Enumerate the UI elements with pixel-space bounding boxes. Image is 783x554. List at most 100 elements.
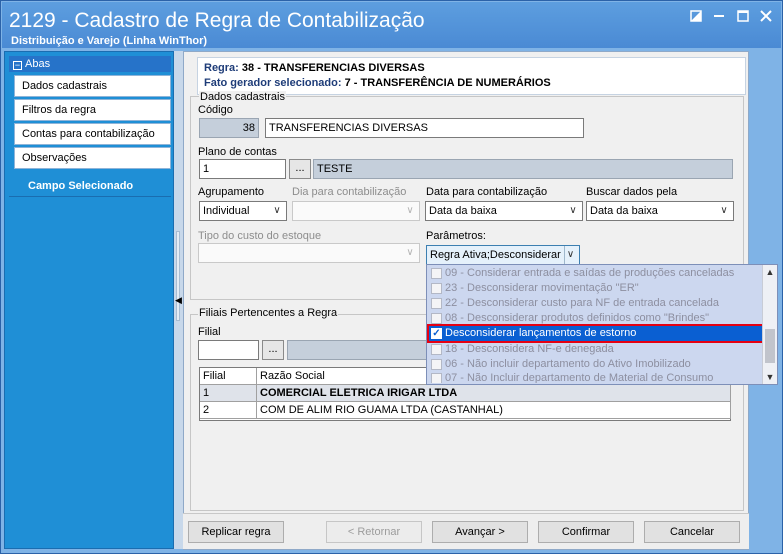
codigo-label: Código — [198, 104, 233, 116]
parametros-option[interactable]: 07 - Não Incluir departamento de Materia… — [429, 371, 762, 383]
parametros-value: Regra Ativa;Desconsiderar — [430, 249, 561, 261]
filial-field[interactable] — [198, 340, 259, 360]
filial-descricao-field — [287, 340, 427, 360]
parametros-option[interactable]: 22 - Desconsiderar custo para NF de entr… — [429, 296, 762, 311]
regra-line: Regra: 38 - TRANSFERENCIAS DIVERSAS — [204, 62, 425, 74]
option-label: 06 - Não incluir departamento do Ativo I… — [445, 358, 691, 370]
fato-value: 7 - TRANSFERÊNCIA DE NUMERÁRIOS — [344, 77, 551, 89]
maximize-icon[interactable] — [732, 8, 754, 26]
descricao-field[interactable]: TRANSFERENCIAS DIVERSAS — [265, 118, 584, 138]
data-contabilizacao-value: Data da baixa — [429, 205, 497, 217]
chevron-down-icon: ∨ — [569, 205, 577, 216]
column-header-filial[interactable]: Filial — [200, 368, 257, 385]
filial-label: Filial — [198, 326, 221, 338]
close-icon[interactable] — [755, 8, 777, 26]
tipo-custo-select: ∨ — [198, 243, 420, 263]
buscar-dados-label: Buscar dados pela — [586, 186, 678, 198]
chevron-down-icon: ∨ — [273, 205, 281, 216]
option-label: 23 - Desconsiderar movimentação "ER" — [445, 282, 639, 294]
confirmar-button[interactable]: Confirmar — [538, 521, 634, 543]
cancelar-button[interactable]: Cancelar — [644, 521, 740, 543]
option-label: 22 - Desconsiderar custo para NF de entr… — [445, 297, 719, 309]
table-row[interactable]: 2 COM DE ALIM RIO GUAMA LTDA (CASTANHAL) — [200, 402, 731, 419]
scroll-down-icon[interactable]: ▼ — [763, 370, 777, 384]
chevron-down-icon: ∨ — [564, 246, 576, 264]
option-label: 18 - Desconsidera NF-e denegada — [445, 343, 614, 355]
scroll-up-icon[interactable]: ▲ — [763, 265, 777, 279]
parametros-dropdown-list[interactable]: 09 - Considerar entrada e saídas de prod… — [426, 264, 778, 385]
parametros-option[interactable]: 06 - Não incluir departamento do Ativo I… — [429, 357, 762, 372]
minimize-icon[interactable] — [708, 4, 730, 22]
checkbox[interactable] — [431, 344, 442, 355]
buscar-dados-select[interactable]: Data da baixa ∨ — [586, 201, 734, 221]
plano-de-contas-label: Plano de contas — [198, 146, 277, 158]
replicar-regra-button[interactable]: Replicar regra — [188, 521, 284, 543]
restore-icon[interactable] — [685, 8, 707, 26]
data-contabilizacao-select[interactable]: Data da baixa ∨ — [425, 201, 583, 221]
fato-line: Fato gerador selecionado: 7 - TRANSFERÊN… — [204, 77, 551, 89]
chevron-down-icon: ∨ — [406, 247, 414, 258]
window-subtitle: Distribuição e Varejo (Linha WinThor) — [11, 35, 208, 47]
tipo-custo-label: Tipo do custo do estoque — [198, 230, 322, 242]
filial-search-button[interactable]: ... — [262, 340, 284, 360]
checkbox[interactable] — [431, 359, 442, 370]
agrupamento-select[interactable]: Individual ∨ — [199, 201, 287, 221]
table-cell-razao-social: COM DE ALIM RIO GUAMA LTDA (CASTANHAL) — [257, 402, 731, 418]
table-row[interactable]: 1 COMERCIAL ELETRICA IRIGAR LTDA — [200, 385, 731, 402]
data-contabilizacao-label: Data para contabilização — [426, 186, 548, 198]
fato-key: Fato gerador selecionado: — [204, 77, 342, 89]
parametros-label: Parâmetros: — [426, 230, 486, 242]
option-label: 08 - Desconsiderar produtos definidos co… — [445, 312, 709, 324]
table-cell-filial: 2 — [200, 402, 257, 418]
sidebar-item-dados-cadastrais[interactable]: Dados cadastrais — [14, 75, 171, 97]
title-bar: 2129 - Cadastro de Regra de Contabilizaç… — [2, 2, 781, 48]
collapse-left-icon[interactable]: ◀ — [174, 295, 183, 306]
filiais-title: Filiais Pertencentes a Regra — [198, 307, 339, 319]
option-label: Desconsiderar lançamentos de estorno — [445, 327, 637, 339]
dados-cadastrais-title: Dados cadastrais — [199, 91, 286, 103]
avancar-button[interactable]: Avançar > — [432, 521, 528, 543]
checkbox[interactable] — [431, 283, 442, 294]
table-cell-filial: 1 — [200, 385, 257, 401]
checkbox[interactable] — [431, 373, 442, 383]
bottom-button-bar: Replicar regra < Retornar Avançar > Conf… — [183, 513, 749, 549]
dia-contabilizacao-label: Dia para contabilização — [292, 186, 407, 198]
rule-info-box: Regra: 38 - TRANSFERENCIAS DIVERSAS Fato… — [197, 57, 746, 95]
sidebar: − Abas Dados cadastrais Filtros da regra … — [4, 51, 174, 549]
parametros-option[interactable]: 08 - Desconsiderar produtos definidos co… — [429, 311, 762, 326]
sidebar-item-filtros-da-regra[interactable]: Filtros da regra — [14, 99, 171, 121]
parametros-select[interactable]: Regra Ativa;Desconsiderar ∨ — [426, 245, 580, 265]
collapse-icon[interactable]: − — [13, 61, 22, 70]
dropdown-scrollbar[interactable]: ▲ ▼ — [762, 265, 777, 384]
panel-splitter[interactable]: ◀ — [174, 51, 183, 549]
sidebar-item-observacoes[interactable]: Observações — [14, 147, 171, 169]
buscar-dados-value: Data da baixa — [590, 205, 658, 217]
retornar-button[interactable]: < Retornar — [326, 521, 422, 543]
option-label: 09 - Considerar entrada e saídas de prod… — [445, 267, 735, 279]
plano-search-button[interactable]: ... — [289, 159, 311, 179]
checkbox[interactable] — [431, 268, 442, 279]
checkbox[interactable] — [431, 313, 442, 324]
checkbox[interactable] — [431, 298, 442, 309]
parametros-option[interactable]: 09 - Considerar entrada e saídas de prod… — [429, 266, 762, 281]
splitter-grip[interactable] — [176, 231, 180, 321]
window-title: 2129 - Cadastro de Regra de Contabilizaç… — [9, 9, 425, 32]
parametros-option[interactable]: 23 - Desconsiderar movimentação "ER" — [429, 281, 762, 296]
table-cell-razao-social: COMERCIAL ELETRICA IRIGAR LTDA — [257, 385, 731, 401]
regra-key: Regra: — [204, 62, 239, 74]
campo-selecionado-header: Campo Selecionado — [28, 180, 134, 192]
scrollbar-thumb[interactable] — [765, 329, 775, 363]
parametros-option-selected[interactable]: ✓ Desconsiderar lançamentos de estorno — [427, 324, 764, 343]
plano-descricao-field: TESTE — [313, 159, 733, 179]
agrupamento-label: Agrupamento — [198, 186, 265, 198]
chevron-down-icon: ∨ — [406, 205, 414, 216]
codigo-field[interactable]: 38 — [199, 118, 259, 138]
abas-header[interactable]: − Abas — [9, 56, 171, 72]
checkmark-icon[interactable]: ✓ — [431, 328, 442, 339]
dia-contabilizacao-select: ∨ — [292, 201, 420, 221]
parametros-option[interactable]: 18 - Desconsidera NF-e denegada — [429, 342, 762, 357]
chevron-down-icon: ∨ — [720, 205, 728, 216]
abas-header-label: Abas — [25, 58, 51, 70]
sidebar-item-contas-para-contabilizacao[interactable]: Contas para contabilização — [14, 123, 171, 145]
plano-de-contas-field[interactable]: 1 — [199, 159, 286, 179]
